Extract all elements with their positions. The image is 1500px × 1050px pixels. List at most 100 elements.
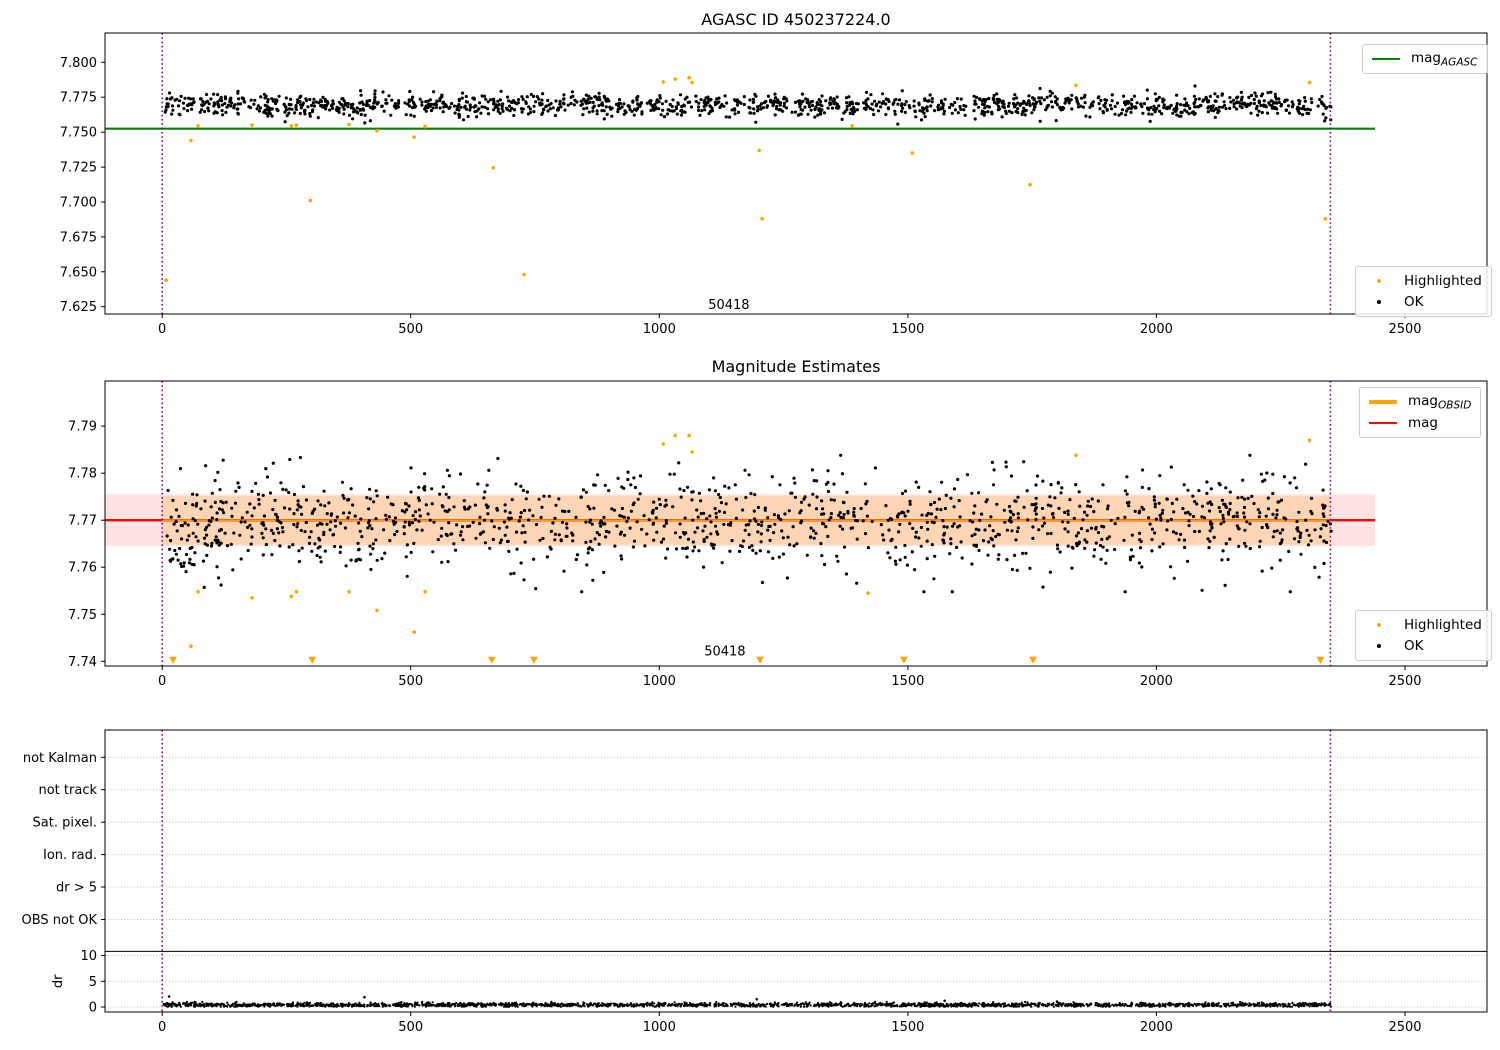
data-point-ok	[681, 530, 686, 535]
data-point-ok	[953, 100, 957, 105]
data-point-ok	[809, 535, 813, 539]
data-point-ok	[563, 108, 567, 112]
data-point-ok	[845, 490, 849, 494]
data-point-ok	[699, 98, 703, 102]
data-point-ok	[207, 102, 211, 106]
data-point-ok	[912, 99, 916, 103]
data-point-ok	[375, 558, 379, 562]
data-point-ok	[812, 479, 816, 483]
data-point-ok	[464, 100, 468, 104]
data-point-ok	[354, 558, 358, 562]
data-point-ok	[556, 108, 561, 112]
data-point-ok	[844, 96, 849, 100]
data-point-ok	[783, 512, 787, 516]
data-point-ok	[358, 101, 362, 105]
data-point-highlighted	[412, 630, 417, 634]
data-point-ok	[1070, 107, 1074, 111]
data-point-ok	[168, 547, 172, 551]
data-point-ok	[971, 520, 975, 524]
data-point-ok	[987, 105, 992, 109]
data-point-ok	[690, 490, 694, 494]
data-point-ok	[426, 1004, 429, 1007]
data-point-ok	[781, 536, 785, 540]
data-point-ok	[304, 498, 309, 502]
data-point-ok	[452, 505, 456, 509]
data-point-ok	[521, 524, 525, 528]
data-point-highlighted	[690, 450, 694, 454]
data-point-ok	[1291, 1005, 1294, 1008]
data-point-ok	[496, 456, 500, 461]
data-point-ok	[1111, 1003, 1114, 1006]
data-point-ok	[581, 488, 586, 492]
data-point-ok	[1261, 479, 1265, 483]
data-point-ok	[518, 515, 523, 519]
data-point-ok	[813, 1003, 816, 1006]
data-point-ok	[996, 108, 1000, 112]
data-point-ok	[528, 110, 533, 115]
data-point-ok	[287, 490, 291, 495]
data-point-ok	[1095, 1004, 1098, 1007]
data-point-ok	[412, 541, 416, 546]
data-point-ok	[1005, 558, 1009, 562]
data-point-ok	[630, 1005, 633, 1008]
data-point-ok	[1066, 544, 1070, 548]
data-point-ok	[1301, 113, 1305, 117]
data-point-ok	[233, 501, 238, 505]
data-point-ok	[937, 497, 941, 501]
data-point-ok	[229, 542, 233, 546]
data-point-ok	[932, 577, 936, 581]
data-point-ok	[1129, 548, 1134, 552]
data-point-ok	[308, 114, 312, 118]
data-point-ok	[1060, 486, 1064, 490]
data-point-ok	[166, 488, 170, 493]
data-point-ok	[661, 1004, 664, 1007]
data-point-ok	[1179, 532, 1183, 537]
data-point-ok	[512, 113, 516, 118]
data-point-ok	[288, 507, 292, 511]
data-point-ok	[1100, 524, 1104, 528]
data-point-ok	[661, 537, 666, 541]
data-point-ok	[756, 1004, 760, 1007]
data-point-ok	[877, 100, 881, 104]
data-point-ok	[585, 106, 589, 110]
data-point-ok	[546, 98, 550, 103]
data-point-ok	[428, 104, 432, 108]
data-point-ok	[282, 506, 287, 510]
data-point-ok	[524, 100, 528, 104]
data-point-ok	[871, 1002, 875, 1005]
data-point-ok	[724, 1002, 728, 1006]
data-point-ok	[1147, 112, 1151, 116]
data-point-ok	[207, 523, 211, 527]
data-point-ok	[340, 480, 345, 484]
data-point-ok	[335, 1003, 338, 1006]
data-point-ok	[1084, 114, 1088, 118]
data-point-ok	[349, 487, 353, 491]
data-point-ok	[205, 1002, 208, 1005]
data-point-ok	[535, 1005, 538, 1008]
data-point-ok	[1144, 1002, 1147, 1005]
data-point-ok	[1285, 98, 1289, 102]
data-point-ok	[584, 540, 588, 544]
data-point-ok	[940, 480, 944, 484]
data-point-ok	[1050, 91, 1054, 95]
data-point-ok	[1116, 516, 1120, 520]
data-point-ok	[694, 94, 698, 98]
data-point-ok	[597, 95, 601, 99]
data-point-highlighted	[1074, 453, 1078, 458]
data-point-highlighted	[375, 129, 379, 133]
data-point-ok	[1297, 102, 1301, 106]
data-point-ok	[1089, 504, 1093, 509]
data-point-ok	[253, 98, 257, 102]
data-point-ok	[657, 497, 661, 501]
data-point-ok	[492, 100, 496, 104]
data-point-ok	[393, 533, 397, 537]
data-point-ok	[751, 548, 755, 553]
data-point-ok	[620, 506, 625, 511]
data-point-ok	[864, 107, 868, 111]
data-point-ok	[699, 499, 703, 503]
data-point-ok	[1284, 1005, 1288, 1008]
data-point-ok	[1299, 552, 1303, 556]
data-point-ok	[441, 505, 445, 509]
data-point-ok	[400, 1001, 403, 1004]
data-point-ok	[168, 97, 173, 101]
